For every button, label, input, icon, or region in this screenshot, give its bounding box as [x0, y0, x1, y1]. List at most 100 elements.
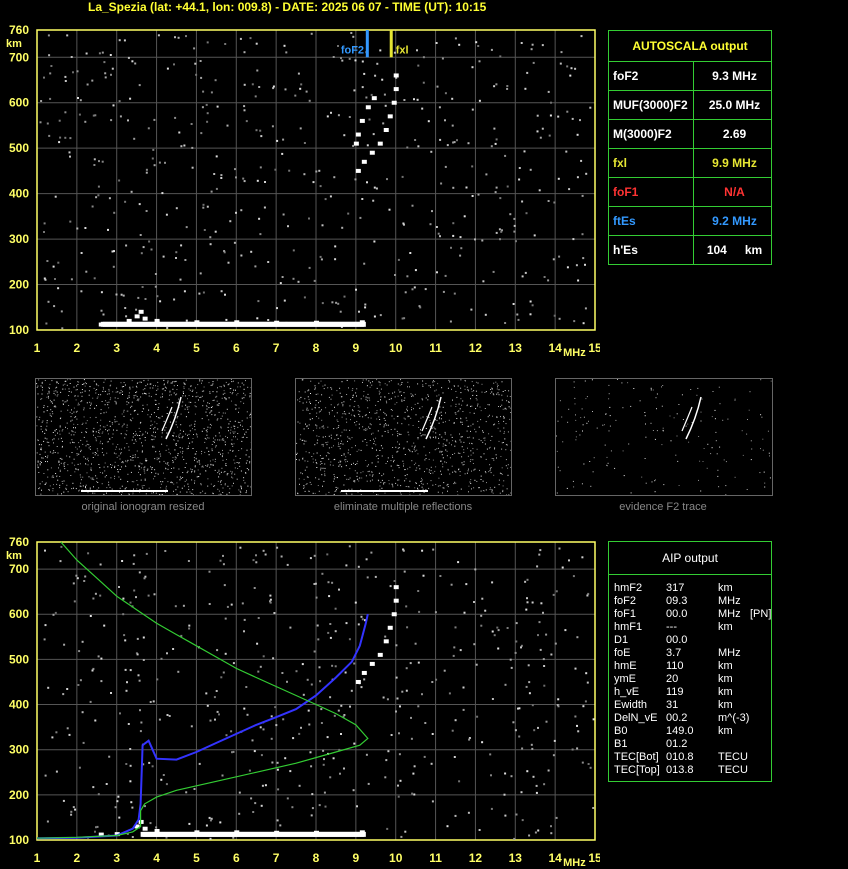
noise-pixel — [280, 555, 283, 558]
noise-pixel — [100, 291, 103, 294]
thumb-noise-pixel — [53, 406, 55, 408]
thumb-noise-pixel — [99, 436, 101, 437]
thumb-noise-pixel — [451, 444, 452, 446]
thumb-noise-pixel — [57, 493, 59, 495]
noise-pixel — [286, 563, 289, 566]
thumb-noise-pixel — [86, 428, 88, 429]
noise-pixel — [136, 637, 139, 640]
thumb-noise-pixel — [161, 443, 163, 445]
thumb-noise-pixel — [401, 399, 403, 401]
thumb-noise-pixel — [119, 392, 121, 394]
thumb-noise-pixel — [165, 449, 167, 451]
noise-pixel — [576, 747, 579, 750]
thumb-noise-pixel — [135, 433, 137, 435]
noise-pixel — [576, 176, 579, 179]
thumb-noise-pixel — [43, 411, 45, 413]
thumb-noise-pixel — [157, 388, 159, 390]
thumb-noise-pixel — [104, 470, 106, 472]
noise-pixel — [258, 86, 261, 88]
thumb-noise-pixel — [314, 387, 316, 389]
thumb-noise-pixel — [751, 448, 753, 450]
aip-unit: km — [718, 660, 733, 672]
thumb-noise-pixel — [454, 481, 456, 483]
x-tick-label: 11 — [429, 341, 442, 355]
thumb-noise-pixel — [187, 470, 189, 472]
thumb-noise-pixel — [179, 447, 181, 449]
thumb-noise-pixel — [69, 456, 71, 458]
thumb-noise-pixel — [182, 401, 184, 403]
thumb-noise-pixel — [296, 452, 298, 454]
thumb-noise-pixel — [44, 432, 46, 434]
thumb-noise-pixel — [492, 415, 493, 417]
thumb-noise-pixel — [413, 442, 415, 444]
noise-pixel — [302, 693, 305, 696]
noise-pixel — [558, 317, 561, 320]
noise-pixel — [406, 275, 409, 278]
thumb-noise-pixel — [742, 454, 744, 456]
thumb-noise-pixel — [191, 391, 193, 392]
thumb-noise-pixel — [136, 480, 138, 481]
noise-pixel — [72, 71, 74, 74]
noise-pixel — [491, 581, 494, 584]
thumb-noise-pixel — [596, 427, 598, 429]
noise-pixel — [145, 210, 148, 212]
thumb-noise-pixel — [136, 386, 138, 388]
noise-pixel — [256, 179, 259, 182]
thumb-noise-pixel — [322, 385, 324, 387]
thumb-noise-pixel — [179, 476, 181, 478]
thumb-noise-pixel — [89, 488, 91, 490]
thumb-noise-pixel — [62, 483, 64, 484]
noise-pixel — [358, 310, 360, 313]
thumb-noise-pixel — [216, 400, 218, 402]
thumb-noise-pixel — [473, 487, 475, 489]
thumb-noise-pixel — [101, 432, 103, 434]
aip-row: Ewidth 31 km — [614, 699, 774, 712]
noise-pixel — [354, 59, 357, 62]
noise-pixel — [58, 141, 61, 144]
thumb-noise-pixel — [75, 411, 77, 413]
noise-pixel — [389, 585, 392, 588]
noise-pixel — [565, 150, 568, 153]
thumb-noise-pixel — [215, 445, 217, 447]
thumb-noise-pixel — [435, 466, 437, 468]
aip-label: hmE — [614, 660, 637, 672]
thumb-noise-pixel — [188, 401, 190, 403]
noise-pixel — [510, 666, 513, 669]
noise-pixel — [316, 624, 319, 627]
thumb-noise-pixel — [89, 407, 91, 409]
thumb-noise-pixel — [364, 415, 366, 417]
thumb-noise-pixel — [397, 441, 398, 443]
thumb-noise-pixel — [442, 421, 444, 423]
thumb-noise-pixel — [417, 488, 419, 490]
thumb-noise-pixel — [126, 426, 128, 428]
thumb-noise-pixel — [442, 466, 444, 468]
noise-pixel — [574, 667, 577, 670]
thumb-noise-pixel — [379, 485, 381, 487]
thumb-noise-pixel — [175, 457, 177, 459]
thumb-noise-pixel — [435, 389, 437, 391]
thumb-noise-pixel — [244, 482, 246, 484]
noise-pixel — [134, 62, 137, 65]
thumb-noise-pixel — [115, 446, 117, 448]
thumb-noise-pixel — [662, 427, 664, 429]
thumb-noise-pixel — [443, 482, 445, 484]
thumb-noise-pixel — [47, 393, 49, 395]
noise-pixel — [271, 761, 274, 764]
thumb-noise-pixel — [220, 426, 222, 428]
thumb-eliminate — [295, 378, 512, 496]
thumb-noise-pixel — [250, 448, 252, 450]
thumb-noise-pixel — [495, 381, 497, 383]
thumb-noise-pixel — [93, 387, 95, 389]
noise-pixel — [393, 580, 396, 582]
noise-pixel — [493, 634, 496, 637]
thumb-noise-pixel — [208, 403, 210, 404]
noise-pixel — [448, 692, 451, 695]
thumb-noise-pixel — [468, 425, 470, 427]
thumb-noise-pixel — [78, 446, 80, 448]
noise-pixel — [138, 203, 141, 206]
noise-pixel — [63, 643, 66, 646]
thumb-noise-pixel — [74, 464, 76, 466]
noise-pixel — [503, 793, 506, 796]
thumb-noise-pixel — [661, 386, 662, 388]
thumb-noise-pixel — [85, 486, 86, 487]
